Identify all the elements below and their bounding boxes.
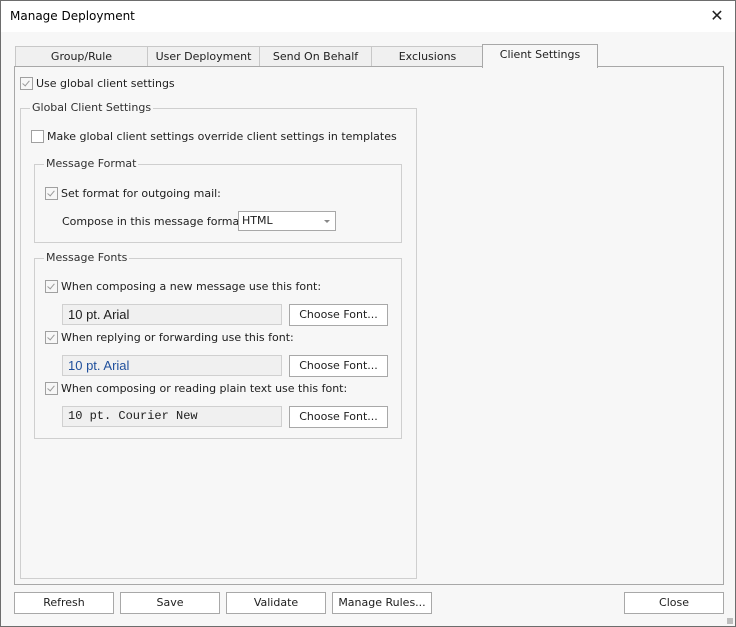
override-label: Make global client settings override cli… [47,130,397,143]
override-checkbox[interactable]: Make global client settings override cli… [31,130,397,143]
checkbox-checked[interactable] [20,77,33,90]
message-format-select[interactable]: HTML [238,211,336,231]
checkbox-unchecked[interactable] [31,130,44,143]
checkbox-checked[interactable] [45,331,58,344]
set-format-checkbox[interactable]: Set format for outgoing mail: [45,187,221,200]
title-bar: Manage Deployment ✕ [1,1,735,32]
client-settings-panel: Use global client settings Global Client… [14,66,724,585]
message-fonts-legend: Message Fonts [44,251,130,264]
plain-text-font-checkbox[interactable]: When composing or reading plain text use… [45,382,347,395]
tab-exclusions[interactable]: Exclusions [371,46,484,67]
save-button[interactable]: Save [120,592,220,614]
checkbox-checked[interactable] [45,187,58,200]
use-global-checkbox[interactable]: Use global client settings [20,77,175,90]
reply-font-checkbox[interactable]: When replying or forwarding use this fon… [45,331,294,344]
chevron-down-icon [324,220,330,223]
plain-text-font-field: 10 pt. Courier New [62,406,282,427]
new-message-font-label: When composing a new message use this fo… [61,280,322,293]
checkbox-checked[interactable] [45,382,58,395]
reply-font-field: 10 pt. Arial [62,355,282,376]
message-format-value: HTML [242,214,273,227]
validate-button[interactable]: Validate [226,592,326,614]
new-message-font-field: 10 pt. Arial [62,304,282,325]
manage-deployment-dialog: Manage Deployment ✕ Group/Rule Deploymen… [0,0,736,627]
reply-font-label: When replying or forwarding use this fon… [61,331,294,344]
tab-send-on-behalf[interactable]: Send On Behalf [259,46,372,67]
plain-text-font-label: When composing or reading plain text use… [61,382,348,395]
choose-font-button-new[interactable]: Choose Font... [289,304,388,326]
tab-group-rule-deployment[interactable]: Group/Rule Deployment [15,46,148,83]
window-title: Manage Deployment [10,9,135,23]
tab-client-settings[interactable]: Client Settings [482,44,598,68]
choose-font-button-reply[interactable]: Choose Font... [289,355,388,377]
global-client-settings-legend: Global Client Settings [30,101,154,114]
compose-format-label: Compose in this message format: [62,215,248,228]
tab-user-deployment[interactable]: User Deployment [147,46,260,67]
message-format-group: Message Format Set format for outgoing m… [34,157,402,243]
use-global-label: Use global client settings [36,77,175,90]
message-format-legend: Message Format [44,157,139,170]
close-button[interactable]: Close [624,592,724,614]
message-fonts-group: Message Fonts When composing a new messa… [34,251,402,439]
manage-rules-button[interactable]: Manage Rules... [332,592,432,614]
refresh-button[interactable]: Refresh [14,592,114,614]
close-icon[interactable]: ✕ [707,6,727,26]
set-format-label: Set format for outgoing mail: [61,187,221,200]
checkbox-checked[interactable] [45,280,58,293]
global-client-settings-group: Global Client Settings Make global clien… [20,101,417,579]
choose-font-button-plain[interactable]: Choose Font... [289,406,388,428]
resize-grip-icon[interactable] [727,618,733,624]
new-message-font-checkbox[interactable]: When composing a new message use this fo… [45,280,321,293]
